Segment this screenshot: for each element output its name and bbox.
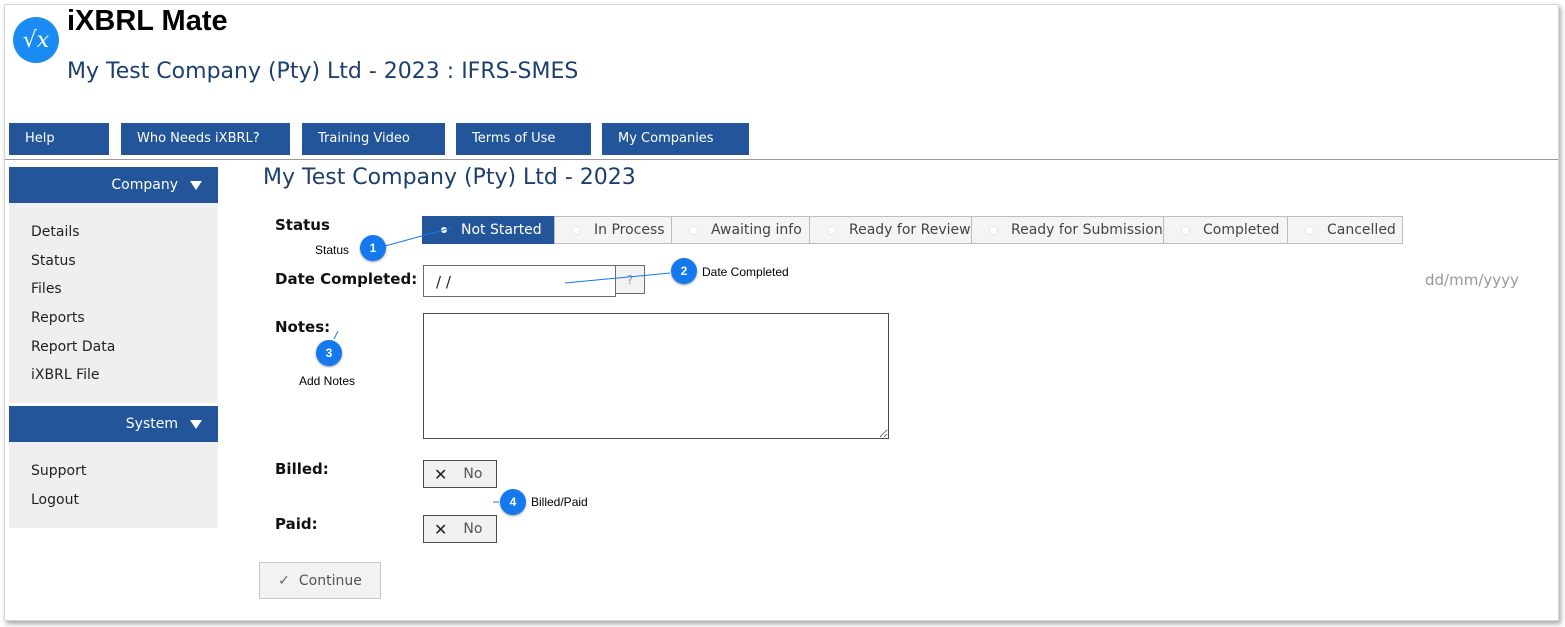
sidebar-item-reports[interactable]: Reports xyxy=(31,310,85,326)
nav-my-companies-button[interactable]: My Companies xyxy=(602,123,749,155)
sidebar-item-report-data[interactable]: Report Data xyxy=(31,339,115,355)
app-title: iXBRL Mate xyxy=(67,5,228,37)
date-completed-label: Date Completed: xyxy=(275,270,418,288)
radio-icon xyxy=(990,226,997,234)
date-format-hint: dd/mm/yyyy xyxy=(1425,271,1519,289)
status-option-label: Awaiting info xyxy=(711,222,802,238)
sidebar-company-header[interactable]: Company xyxy=(9,167,218,203)
continue-label: Continue xyxy=(298,572,362,589)
sidebar-item-ixbrl-file[interactable]: iXBRL File xyxy=(31,367,100,383)
status-option-cancelled[interactable]: Cancelled xyxy=(1287,216,1403,244)
app-window: √x iXBRL Mate My Test Company (Pty) Ltd … xyxy=(4,4,1559,621)
nav-help-button[interactable]: Help xyxy=(9,123,109,155)
date-completed-input[interactable]: / / xyxy=(423,265,616,297)
status-option-awaiting-info[interactable]: Awaiting info xyxy=(671,216,810,244)
status-option-in-process[interactable]: In Process xyxy=(554,216,672,244)
status-option-label: Cancelled xyxy=(1327,222,1396,238)
status-segmented-control: Not Started In Process Awaiting info Rea… xyxy=(422,216,1403,244)
callout-badge-3: 3 xyxy=(316,340,342,366)
sidebar-company-title: Company xyxy=(111,177,178,193)
radio-icon xyxy=(573,226,580,234)
close-x-icon: ✕ xyxy=(434,519,448,539)
notes-label: Notes: xyxy=(275,318,331,336)
callout-badge-1: 1 xyxy=(360,235,386,261)
status-option-not-started[interactable]: Not Started xyxy=(422,216,555,244)
checkmark-icon: ✓ xyxy=(278,572,290,589)
caret-down-icon xyxy=(190,420,202,429)
status-option-label: Ready for Review xyxy=(849,222,971,238)
status-option-label: Completed xyxy=(1203,222,1280,238)
callout-text-status: Status xyxy=(315,243,350,257)
callout-badge-2: 2 xyxy=(671,258,697,284)
radio-icon xyxy=(828,226,835,234)
company-header: My Test Company (Pty) Ltd - 2023 : IFRS-… xyxy=(67,59,579,84)
nav-training-video-button[interactable]: Training Video xyxy=(302,123,445,155)
ixbrl-logo-icon: √x xyxy=(13,17,59,63)
close-x-icon: ✕ xyxy=(434,464,448,484)
nav-who-needs-ixbrl-button[interactable]: Who Needs iXBRL? xyxy=(121,123,290,155)
sidebar-system-header[interactable]: System xyxy=(9,406,218,442)
sidebar-item-logout[interactable]: Logout xyxy=(31,492,79,508)
status-option-ready-for-review[interactable]: Ready for Review xyxy=(809,216,972,244)
sidebar-item-files[interactable]: Files xyxy=(31,281,62,297)
radio-selected-icon xyxy=(441,227,447,233)
notes-textarea[interactable] xyxy=(423,313,889,439)
nav-terms-of-use-button[interactable]: Terms of Use xyxy=(456,123,591,155)
date-help-button[interactable]: ? xyxy=(616,265,645,294)
status-label: Status xyxy=(275,216,330,234)
callout-text-billed-paid: Billed/Paid xyxy=(531,495,588,509)
sidebar-item-status[interactable]: Status xyxy=(31,253,76,269)
sidebar-item-support[interactable]: Support xyxy=(31,463,86,479)
sidebar-item-details[interactable]: Details xyxy=(31,224,80,240)
page-title: My Test Company (Pty) Ltd - 2023 xyxy=(263,165,636,190)
callout-badge-4: 4 xyxy=(500,489,526,515)
status-option-label: Not Started xyxy=(461,222,542,238)
status-option-completed[interactable]: Completed xyxy=(1163,216,1288,244)
continue-button[interactable]: ✓ Continue xyxy=(259,562,381,599)
radio-icon xyxy=(1182,226,1189,234)
status-option-ready-for-submission[interactable]: Ready for Submission xyxy=(971,216,1164,244)
paid-label: Paid: xyxy=(275,515,318,533)
billed-toggle[interactable]: ✕ No xyxy=(423,460,497,488)
radio-icon xyxy=(1306,226,1313,234)
billed-toggle-label: No xyxy=(463,466,483,482)
callout-text-date-completed: Date Completed xyxy=(702,265,789,279)
paid-toggle[interactable]: ✕ No xyxy=(423,515,497,543)
sidebar-company-panel: Details Status Files Reports Report Data… xyxy=(9,203,218,403)
billed-label: Billed: xyxy=(275,460,329,478)
status-option-label: Ready for Submission xyxy=(1011,222,1163,238)
caret-down-icon xyxy=(190,181,202,190)
callout-text-add-notes: Add Notes xyxy=(299,374,356,388)
radio-icon xyxy=(690,226,697,234)
paid-toggle-label: No xyxy=(463,521,483,537)
sidebar-system-title: System xyxy=(125,416,178,432)
sidebar-system-panel: Support Logout xyxy=(9,442,218,528)
status-option-label: In Process xyxy=(594,222,665,238)
header-divider xyxy=(5,159,1558,160)
